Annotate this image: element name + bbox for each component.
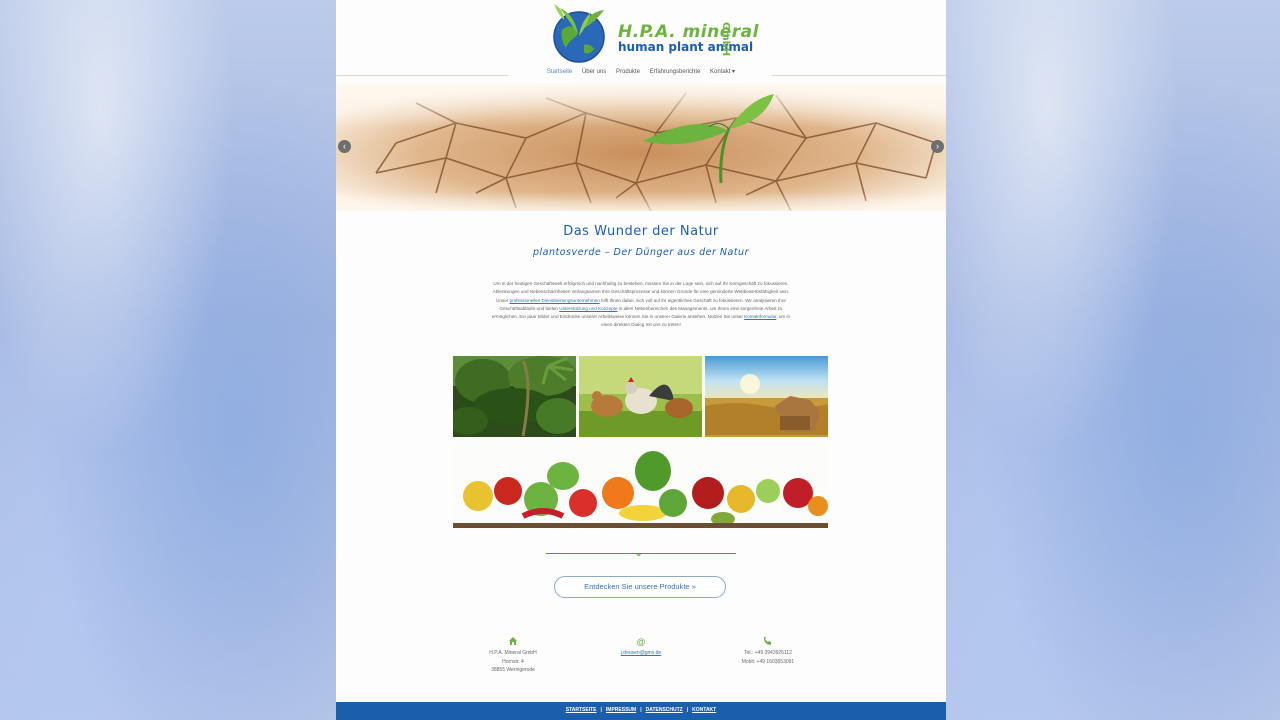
hero-image-dry-soil-sprout	[336, 83, 946, 211]
footer-phone: Tel.: +49 3943926112 Mobil: +49 16036530…	[703, 636, 833, 666]
footer-link-impressum[interactable]: IMPRESSUM	[606, 707, 636, 713]
footer-link-datenschutz[interactable]: DATENSCHUTZ	[646, 707, 683, 713]
address-company: H.P.A. Mineral GmbH	[489, 650, 537, 656]
nav-item-kontakt[interactable]: Kontakt ▾	[710, 68, 735, 75]
link-dienstleistung[interactable]: professionelles Dienstleistungsunternehm…	[510, 298, 600, 303]
globe-leaf-icon	[553, 4, 605, 63]
footer-link-kontakt[interactable]: KONTAKT	[692, 707, 716, 713]
header-divider-right	[772, 75, 946, 76]
footer-bar: STARTSEITE | IMPRESSUM | DATENSCHUTZ | KONTAKT	[336, 702, 946, 720]
footer-separator: |	[640, 707, 642, 713]
background-right	[946, 0, 1280, 720]
jungle-image	[453, 356, 576, 437]
page-container: H.P.A. mineral human plant animal GmbH S…	[336, 0, 946, 720]
hero-slider: ‹ ›	[336, 83, 946, 211]
phone-landline: Tel.: +49 3943926112	[744, 650, 792, 656]
footer-separator: |	[686, 707, 689, 713]
nav-item-startseite[interactable]: Startseite	[547, 69, 572, 75]
main-navigation: Startseite Über uns Produkte Erfahrungsb…	[336, 68, 946, 75]
slider-next-button[interactable]: ›	[931, 140, 944, 153]
intro-text: Um in der heutigen Geschäftswelt erfolgr…	[491, 280, 791, 330]
fruits-vegetables-image	[453, 441, 828, 528]
phone-mobile: Mobil: +49 1603653091	[741, 658, 795, 665]
link-kontaktformular[interactable]: Kontaktformular	[744, 314, 776, 319]
at-icon: @	[636, 637, 646, 647]
site-logo[interactable]: H.P.A. mineral human plant animal GmbH	[544, 0, 758, 66]
address-street: Hornstr. 4	[502, 658, 524, 665]
brand-name: H.P.A. mineral	[618, 22, 759, 42]
brand-tagline: human plant animal	[618, 40, 754, 54]
brand-suffix: GmbH	[720, 22, 731, 57]
nav-item-produkte[interactable]: Produkte	[616, 69, 640, 75]
footer-separator: |	[600, 707, 602, 713]
nav-item-ueber-uns[interactable]: Über uns	[582, 69, 606, 75]
phone-icon	[703, 636, 833, 649]
header-divider-left	[336, 75, 508, 76]
footer-email: @ j.deusen@gmx.de	[576, 636, 706, 658]
wheat-field-image	[705, 356, 828, 437]
footer-address: H.P.A. Mineral GmbH Hornstr. 4 38855 Wer…	[448, 636, 578, 675]
gallery-image-jungle[interactable]	[453, 356, 576, 437]
home-icon	[448, 636, 578, 649]
slider-prev-button[interactable]: ‹	[338, 140, 351, 153]
fruits-vegetables-banner	[453, 441, 828, 528]
email-link[interactable]: j.deusen@gmx.de	[621, 650, 661, 656]
gallery-image-wheat[interactable]	[705, 356, 828, 437]
chevron-down-icon: ⌄	[635, 548, 643, 558]
gallery-image-chickens[interactable]	[579, 356, 702, 437]
link-unterstuetzung[interactable]: Unterstützung und Konzepte	[559, 306, 617, 311]
discover-products-button[interactable]: Entdecken Sie unsere Produkte »	[554, 576, 726, 598]
page-subtitle: plantosverde – Der Dünger aus der Natur	[533, 247, 749, 258]
address-city: 38855 Wernigerode	[491, 667, 535, 673]
page-title: Das Wunder der Natur	[563, 224, 719, 239]
background-left	[0, 0, 336, 720]
nav-item-erfahrungsberichte[interactable]: Erfahrungsberichte	[650, 69, 701, 75]
chickens-image	[579, 356, 702, 437]
footer-link-startseite[interactable]: STARTSEITE	[566, 707, 597, 713]
